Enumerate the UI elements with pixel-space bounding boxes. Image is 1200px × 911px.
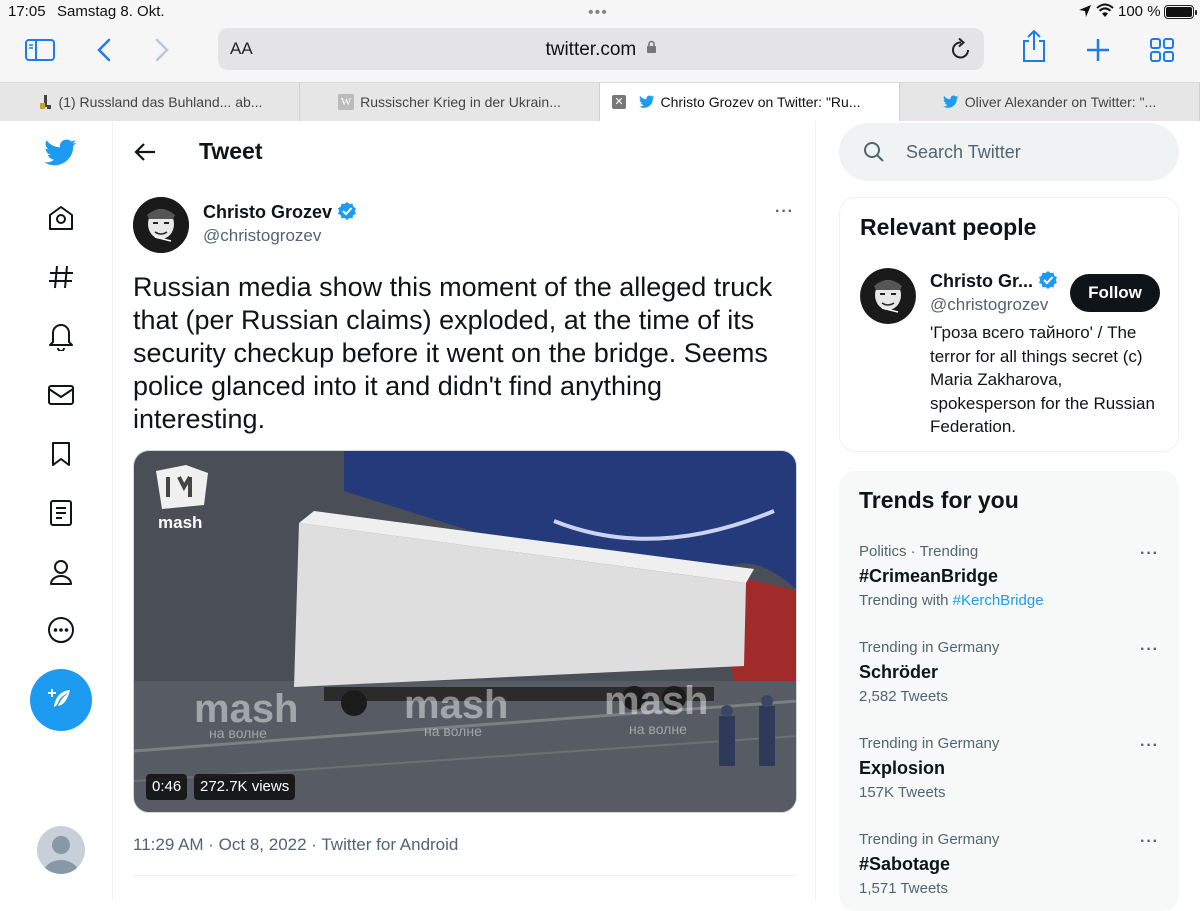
trend-tweet-count: 1,571 Tweets bbox=[859, 880, 948, 897]
new-tab-icon[interactable] bbox=[1082, 34, 1114, 66]
trend-more-icon[interactable]: ··· bbox=[1140, 641, 1159, 659]
person-avatar[interactable] bbox=[860, 268, 916, 324]
page-title: Tweet bbox=[199, 138, 263, 164]
browser-tab[interactable]: Oliver Alexander on Twitter: "... bbox=[900, 83, 1200, 121]
author-avatar[interactable] bbox=[133, 197, 189, 253]
trend-item[interactable]: Trending in Germany ··· Schröder 2,582 T… bbox=[839, 631, 1179, 723]
twitter-favicon-icon bbox=[638, 94, 655, 110]
notifications-bell-icon[interactable] bbox=[30, 314, 92, 358]
trend-meta: Politics · Trending bbox=[859, 543, 979, 560]
back-arrow-icon[interactable] bbox=[133, 141, 157, 168]
person-bio: 'Гроза всего тайного' / The terror for a… bbox=[930, 323, 1155, 436]
messages-envelope-icon[interactable] bbox=[30, 373, 92, 417]
trend-more-icon[interactable]: ··· bbox=[1140, 545, 1159, 563]
relevant-people-heading: Relevant people bbox=[860, 214, 1037, 240]
trend-tweet-count: 157K Tweets bbox=[859, 784, 946, 801]
trend-name: Schröder bbox=[859, 662, 939, 682]
trend-more-icon[interactable]: ··· bbox=[1140, 737, 1159, 755]
trend-meta: Trending in Germany bbox=[859, 831, 1000, 848]
tweet-text: Russian media show this moment of the al… bbox=[133, 272, 773, 434]
more-options-circle-icon[interactable] bbox=[30, 608, 92, 652]
explore-hashtag-icon[interactable] bbox=[30, 255, 92, 299]
lock-icon bbox=[646, 38, 657, 60]
author-handle[interactable]: @christogrozev bbox=[203, 226, 321, 246]
status-time: 17:05 bbox=[8, 3, 46, 20]
wifi-icon bbox=[1096, 3, 1114, 23]
home-icon[interactable] bbox=[30, 196, 92, 240]
sidebar-toggle-icon[interactable] bbox=[24, 34, 56, 66]
author-name[interactable]: Christo Grozev bbox=[203, 202, 332, 222]
tweet-detail-column: Tweet Christo Grozev @christogrozev ··· … bbox=[112, 121, 816, 900]
follow-button[interactable]: Follow bbox=[1070, 274, 1160, 312]
trend-meta: Trending in Germany bbox=[859, 639, 1000, 656]
lists-icon[interactable] bbox=[30, 491, 92, 535]
reload-icon[interactable] bbox=[950, 37, 972, 66]
tweet-timestamp[interactable]: 11:29 AM · Oct 8, 2022 · Twitter for And… bbox=[133, 835, 458, 855]
watermark-tagline: на волне bbox=[629, 721, 687, 737]
tweet-video[interactable]: mash mash mash mash на волне на волне на… bbox=[133, 450, 797, 813]
video-duration: 0:46 bbox=[146, 774, 188, 800]
tweet-more-icon[interactable]: ··· bbox=[775, 203, 794, 221]
trend-name: Explosion bbox=[859, 758, 946, 778]
bookmarks-icon[interactable] bbox=[30, 432, 92, 476]
watermark-text: mash bbox=[404, 683, 509, 727]
trend-item[interactable]: Trending in Germany ··· Explosion 157K T… bbox=[839, 727, 1179, 819]
trends-card: Trends for you Politics · Trending ··· #… bbox=[839, 471, 1179, 911]
battery-percent: 100 % bbox=[1118, 3, 1161, 20]
tab-close-icon[interactable]: ✕ bbox=[612, 95, 626, 109]
video-frame bbox=[134, 451, 796, 812]
compose-feather-icon bbox=[48, 689, 70, 707]
search-input[interactable]: Search Twitter bbox=[839, 123, 1179, 181]
browser-tab[interactable]: W Russischer Krieg in der Ukrain... bbox=[300, 83, 600, 121]
trend-tweet-count: 2,582 Tweets bbox=[859, 688, 948, 705]
share-icon[interactable] bbox=[1018, 29, 1050, 62]
watermark-tagline: на волне bbox=[424, 723, 482, 739]
trend-name: #Sabotage bbox=[859, 854, 951, 874]
battery-icon bbox=[1164, 5, 1197, 19]
tab-title: (1) Russland das Buhland... ab... bbox=[58, 94, 263, 110]
tab-title: Christo Grozev on Twitter: "Ru... bbox=[660, 94, 861, 110]
forward-icon[interactable] bbox=[146, 34, 178, 66]
compose-tweet-button[interactable] bbox=[30, 669, 92, 731]
trend-item[interactable]: Trending in Germany ··· #Sabotage 1,571 … bbox=[839, 823, 1179, 911]
current-user-avatar[interactable] bbox=[37, 826, 85, 874]
tab-bar: (1) Russland das Buhland... ab... W Russ… bbox=[0, 82, 1200, 121]
tab-title: Russischer Krieg in der Ukrain... bbox=[360, 94, 561, 110]
trend-name: #CrimeanBridge bbox=[859, 566, 999, 586]
tab-title: Oliver Alexander on Twitter: "... bbox=[964, 94, 1157, 110]
status-date: Samstag 8. Okt. bbox=[57, 3, 165, 20]
twitter-favicon-icon bbox=[942, 94, 959, 110]
wikipedia-favicon-icon: W bbox=[338, 94, 355, 110]
divider bbox=[133, 875, 797, 876]
url-text: twitter.com bbox=[545, 39, 637, 60]
trend-meta: Trending in Germany bbox=[859, 735, 1000, 752]
twitter-logo-icon[interactable] bbox=[30, 131, 92, 175]
relevant-people-card: Relevant people Christo Gr... @christogr… bbox=[839, 197, 1179, 452]
person-name[interactable]: Christo Gr... bbox=[930, 271, 1033, 291]
trend-sub-prefix: Trending with bbox=[859, 592, 953, 609]
location-icon bbox=[1078, 4, 1092, 23]
tab-favicon-icon bbox=[37, 94, 53, 110]
trend-sub-link[interactable]: #KerchBridge bbox=[953, 592, 1044, 609]
verified-badge-icon bbox=[337, 201, 357, 226]
profile-icon[interactable] bbox=[30, 550, 92, 594]
trend-more-icon[interactable]: ··· bbox=[1140, 833, 1159, 851]
multitask-dots-icon[interactable]: ••• bbox=[588, 4, 608, 22]
search-placeholder: Search Twitter bbox=[906, 142, 1021, 162]
watermark-tagline: на волне bbox=[209, 725, 267, 741]
verified-badge-icon bbox=[1038, 270, 1058, 295]
browser-tab[interactable]: (1) Russland das Buhland... ab... bbox=[0, 83, 300, 121]
back-icon[interactable] bbox=[88, 34, 120, 66]
trends-heading: Trends for you bbox=[859, 487, 1019, 513]
browser-tab-active[interactable]: ✕ Christo Grozev on Twitter: "Ru... bbox=[600, 83, 900, 121]
address-bar[interactable]: AA twitter.com bbox=[218, 28, 984, 70]
search-icon bbox=[863, 141, 885, 168]
tab-overview-icon[interactable] bbox=[1146, 34, 1178, 66]
watermark-text: mash bbox=[604, 679, 709, 723]
browser-chrome: 17:05 Samstag 8. Okt. ••• 100 % AA twitt… bbox=[0, 0, 1200, 121]
person-handle[interactable]: @christogrozev bbox=[930, 295, 1048, 315]
mash-logo: mash bbox=[158, 513, 203, 532]
video-views: 272.7K views bbox=[194, 774, 296, 800]
trend-item[interactable]: Politics · Trending ··· #CrimeanBridge T… bbox=[839, 535, 1179, 627]
